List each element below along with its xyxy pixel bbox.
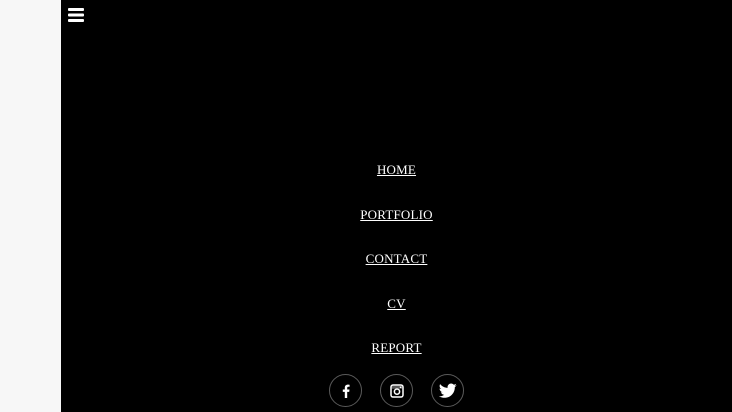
hamburger-menu-icon[interactable] <box>68 7 84 23</box>
social-links <box>61 374 732 410</box>
facebook-button[interactable] <box>329 374 362 407</box>
nav-link-contact[interactable]: CONTACT <box>366 249 428 269</box>
nav-link-report[interactable]: REPORT <box>371 338 421 358</box>
nav-link-cv[interactable]: CV <box>387 294 405 314</box>
twitter-icon <box>438 383 457 399</box>
nav-item-contact: CONTACT <box>61 249 732 294</box>
nav-link-portfolio[interactable]: PORTFOLIO <box>360 205 433 225</box>
main-navigation-menu: HOME PORTFOLIO CONTACT CV REPORT <box>61 160 732 383</box>
nav-item-portfolio: PORTFOLIO <box>61 205 732 250</box>
navigation-overlay: HOME PORTFOLIO CONTACT CV REPORT <box>61 0 732 412</box>
nav-item-cv: CV <box>61 294 732 339</box>
twitter-button[interactable] <box>431 374 464 407</box>
instagram-button[interactable] <box>380 374 413 407</box>
nav-link-home[interactable]: HOME <box>377 160 416 180</box>
facebook-icon <box>338 383 354 399</box>
nav-item-home: HOME <box>61 160 732 205</box>
page-background-strip <box>0 0 61 412</box>
instagram-icon <box>389 383 405 399</box>
